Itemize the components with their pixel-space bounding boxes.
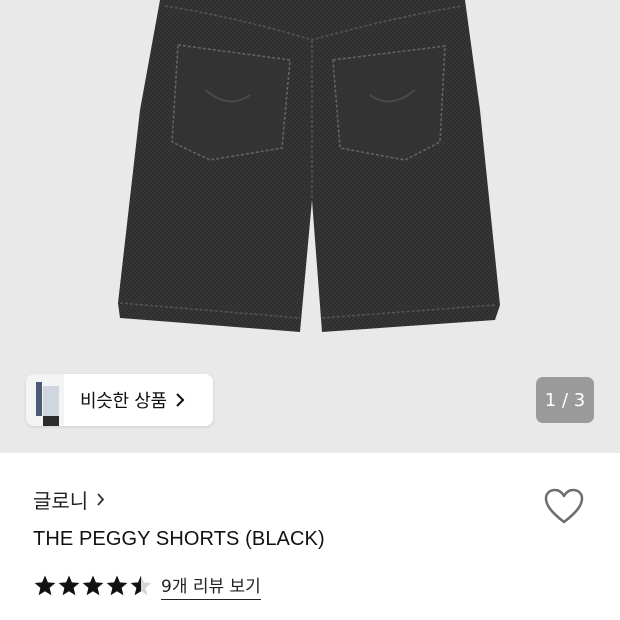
brand-link[interactable]: 글로니 — [33, 485, 105, 514]
image-page-counter: 1 / 3 — [536, 377, 594, 423]
similar-product-thumbnail — [26, 374, 64, 426]
rating-row: 9개 리뷰 보기 — [33, 572, 261, 600]
star-icon — [34, 575, 56, 596]
star-rating — [33, 574, 153, 598]
star-icon — [106, 575, 128, 596]
wishlist-button[interactable] — [540, 484, 588, 528]
review-link[interactable]: 9개 리뷰 보기 — [161, 572, 261, 600]
star-icon — [58, 575, 80, 596]
heart-outline-icon — [544, 488, 584, 524]
product-image-gallery[interactable]: 비슷한 상품 1 / 3 — [0, 0, 620, 453]
star-icon — [82, 575, 104, 596]
similar-products-button[interactable]: 비슷한 상품 — [26, 374, 213, 426]
similar-products-label: 비슷한 상품 — [80, 391, 167, 412]
chevron-right-icon — [175, 392, 185, 408]
product-title: THE PEGGY SHORTS (BLACK) — [33, 528, 325, 550]
star-icon — [130, 575, 152, 596]
brand-name: 글로니 — [33, 489, 89, 513]
chevron-right-icon — [96, 492, 105, 507]
